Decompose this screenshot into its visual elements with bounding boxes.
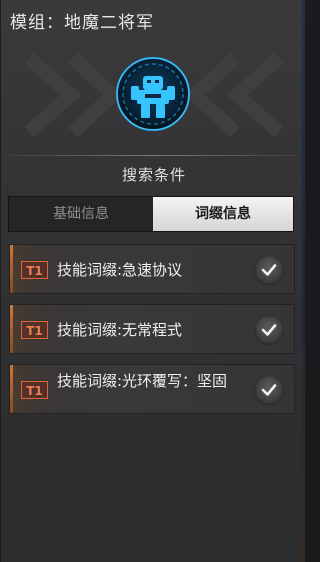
checkmark-toggle[interactable] <box>254 375 284 405</box>
tier-badge: T1 <box>21 261 48 279</box>
module-title: 模组：地魔二将军 <box>10 13 154 33</box>
affix-row[interactable]: T1 技能词缀:无常程式 <box>9 304 295 354</box>
affix-label: 技能词缀:光环覆写：坚固 <box>57 372 228 390</box>
affix-label: 技能词缀:急速协议 <box>57 261 183 279</box>
affix-row[interactable]: T1 技能词缀:光环覆写：坚固 <box>9 364 295 414</box>
checkmark-icon <box>261 384 277 396</box>
info-tabs: 基础信息 词缀信息 <box>8 196 294 232</box>
checkmark-toggle[interactable] <box>254 255 284 285</box>
module-emblem-icon <box>116 57 190 131</box>
module-detail-panel: 模组：地魔二将军 搜索条件 基础信息 词缀信息 T1 技能词缀:急速协议 T1 … <box>0 0 306 562</box>
affix-label: 技能词缀:无常程式 <box>57 321 183 339</box>
tab-basic-info[interactable]: 基础信息 <box>9 197 153 231</box>
search-conditions-heading: 搜索条件 <box>121 166 186 184</box>
checkmark-toggle[interactable] <box>254 315 284 345</box>
section-divider <box>9 155 299 156</box>
checkmark-icon <box>261 264 277 276</box>
tier-badge: T1 <box>21 381 48 399</box>
checkmark-icon <box>261 324 277 336</box>
tab-affix-info[interactable]: 词缀信息 <box>153 197 293 231</box>
affix-row[interactable]: T1 技能词缀:急速协议 <box>9 244 295 294</box>
tier-badge: T1 <box>21 321 48 339</box>
